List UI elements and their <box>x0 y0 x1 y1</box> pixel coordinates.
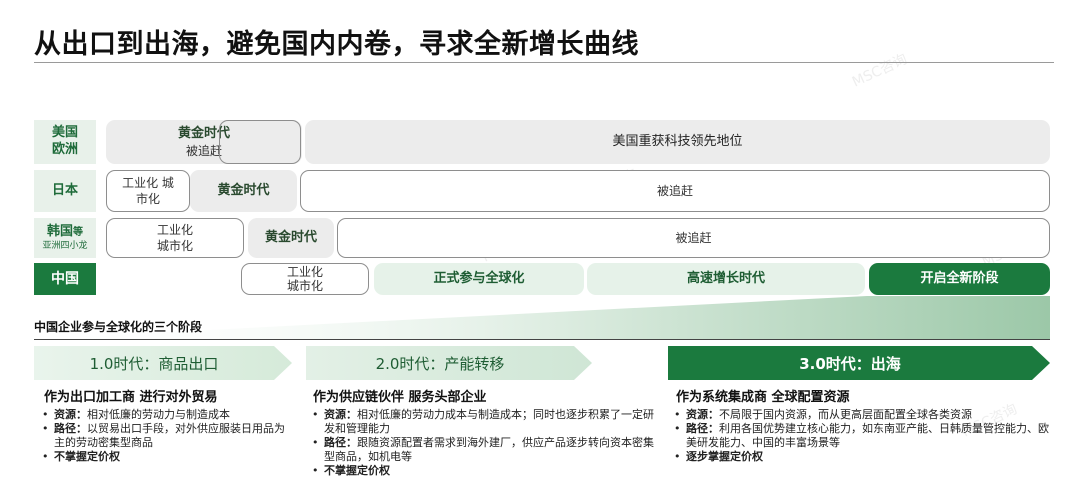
list-item: 路径：跟随资源配置者需求到海外建厂，供应产品逐步转向资本密集型商品，如机电等 <box>310 436 660 464</box>
row-label-korea: 韩国等 亚洲四小龙 <box>34 218 96 258</box>
row-label-eu: 欧洲 <box>51 142 78 157</box>
korea-industrialization-box: 工业化 城市化 <box>106 218 244 258</box>
stage1-heading: 作为出口加工商 进行对外贸易 <box>44 390 218 405</box>
list-item: 资源：不局限于国内资源，而从更高层面配置全球各类资源 <box>672 408 1050 422</box>
chased-text: 被追赶 <box>185 143 222 158</box>
china-globalization-box: 正式参与全球化 <box>374 263 584 295</box>
stage2-bullets: 资源：相对低廉的劳动力成本与制造成本；同时也逐步积累了一定研发和管理能力 路径：… <box>310 408 660 478</box>
china-high-growth-box: 高速增长时代 <box>587 263 865 295</box>
page-title: 从出口到出海，避免国内内卷，寻求全新增长曲线 <box>34 29 639 60</box>
row-label-us: 美国 <box>51 125 78 141</box>
korea-golden-age-box: 黄金时代 <box>248 218 334 258</box>
japan-golden-age-box: 黄金时代 <box>190 170 297 212</box>
stage3-chevron-label: 3.0时代：出海 <box>799 354 901 373</box>
row-label-korea-suffix: 等 <box>73 226 83 238</box>
us-tech-lead-text: 美国重获科技领先地位 <box>612 134 743 150</box>
china-new-stage-box: 开启全新阶段 <box>869 263 1050 295</box>
us-eu-chased-outline <box>219 120 301 164</box>
stage1-bullets: 资源：相对低廉的劳动力与制造成本 路径：以贸易出口手段，对外供应服装日用品为主的… <box>40 408 292 464</box>
japan-industrialization-box: 工业化 城 市化 <box>106 170 190 212</box>
japan-chased-box: 被追赶 <box>300 170 1050 212</box>
china-industrialization-box: 工业化 城市化 <box>241 263 369 295</box>
stages-divider <box>34 339 1050 340</box>
us-tech-lead-box: 美国重获科技领先地位 <box>305 120 1050 164</box>
list-item: 不掌握定价权 <box>40 450 292 464</box>
list-item: 不掌握定价权 <box>310 464 660 478</box>
row-label-korea-main: 韩国 <box>46 223 73 239</box>
stage3-bullets: 资源：不局限于国内资源，而从更高层面配置全球各类资源 路径：利用各国优势建立核心… <box>672 408 1050 464</box>
row-label-china: 中国 <box>34 263 96 295</box>
stage1-chevron-label: 1.0时代：商品出口 <box>89 354 219 373</box>
korea-chased-box: 被追赶 <box>337 218 1050 258</box>
watermark: MSC咨询 <box>849 51 910 91</box>
list-item: 资源：相对低廉的劳动力成本与制造成本；同时也逐步积累了一定研发和管理能力 <box>310 408 660 436</box>
list-item: 逐步掌握定价权 <box>672 450 1050 464</box>
list-item: 路径：以贸易出口手段，对外供应服装日用品为主的劳动密集型商品 <box>40 422 292 450</box>
row-label-us-eu: 美国 欧洲 <box>34 120 96 164</box>
row-label-japan: 日本 <box>34 170 96 212</box>
list-item: 资源：相对低廉的劳动力与制造成本 <box>40 408 292 422</box>
stage2-heading: 作为供应链伙伴 服务头部企业 <box>313 390 487 405</box>
stage2-chevron-label: 2.0时代：产能转移 <box>375 354 505 373</box>
list-item: 路径：利用各国优势建立核心能力，如东南亚产能、日韩质量管控能力、欧美研发能力、中… <box>672 422 1050 450</box>
stages-title: 中国企业参与全球化的三个阶段 <box>34 320 203 334</box>
row-label-korea-sub: 亚洲四小龙 <box>42 240 88 251</box>
stage3-heading: 作为系统集成商 全球配置资源 <box>676 390 850 405</box>
